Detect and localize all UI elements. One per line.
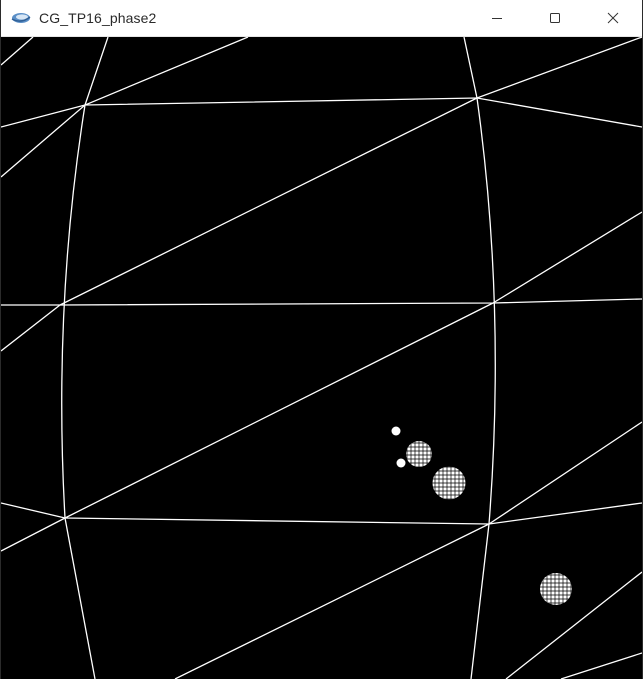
app-window: CG_TP16_phase2	[0, 0, 643, 679]
opengl-app-icon	[11, 8, 31, 28]
window-controls	[468, 0, 642, 36]
maximize-icon	[550, 13, 560, 23]
minimize-icon	[492, 18, 502, 19]
minimize-button[interactable]	[468, 0, 526, 36]
sphere-small-1	[391, 426, 401, 436]
close-button[interactable]	[584, 0, 642, 36]
sphere-far	[540, 573, 572, 605]
render-viewport[interactable]	[1, 37, 642, 679]
title-bar[interactable]: CG_TP16_phase2	[1, 0, 642, 37]
sphere-medium	[406, 441, 432, 467]
window-title: CG_TP16_phase2	[39, 10, 157, 26]
sphere-small-2	[396, 458, 406, 468]
maximize-button[interactable]	[526, 0, 584, 36]
close-icon	[607, 12, 619, 24]
sphere-large	[432, 466, 466, 500]
